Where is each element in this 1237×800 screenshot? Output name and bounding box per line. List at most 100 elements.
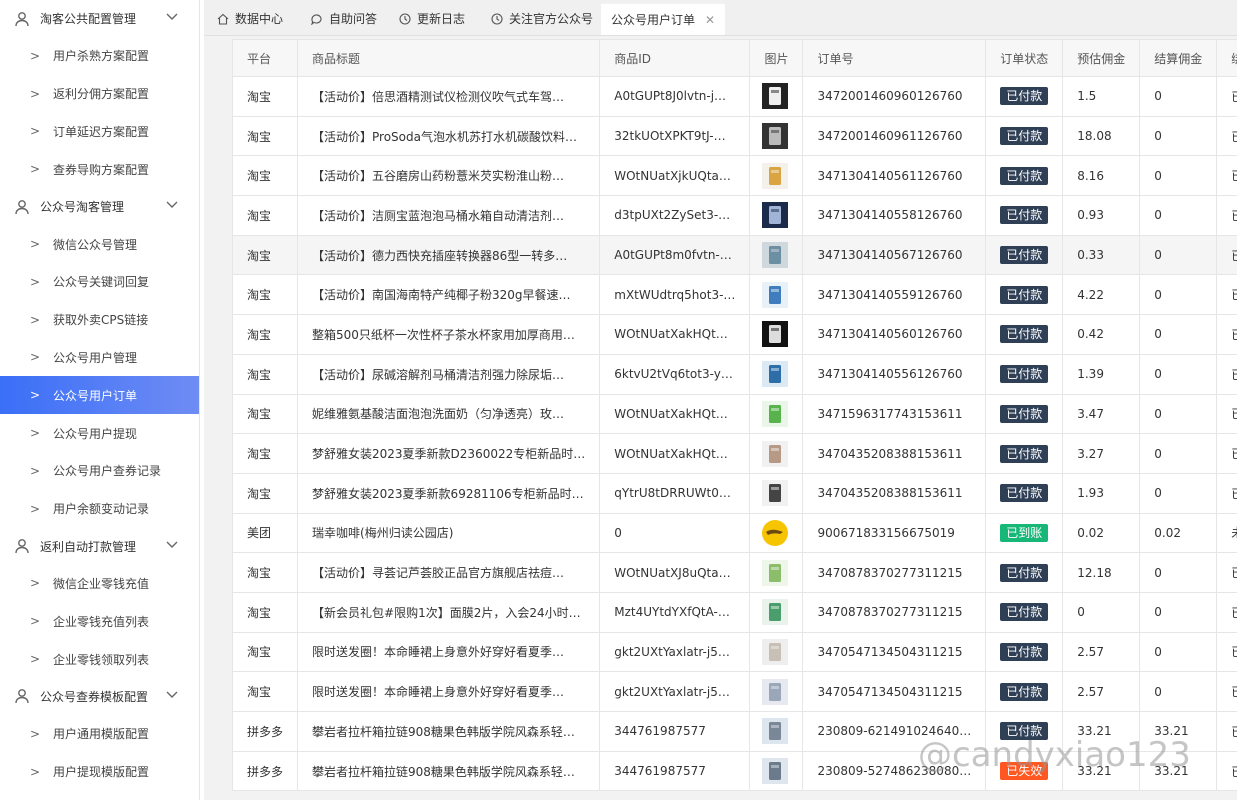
cell-est: 2.57 (1062, 631, 1141, 673)
cell-order: 3471304140558126760 (802, 195, 987, 236)
column-header[interactable]: 商品标题 (297, 39, 601, 77)
status-badge: 已付款 (1000, 285, 1049, 304)
sidebar-item[interactable]: > 公众号用户订单 (0, 376, 199, 415)
cell-platform: 淘宝 (231, 115, 299, 157)
sidebar-item[interactable]: > 公众号用户查券记录 (0, 452, 199, 490)
table-row[interactable]: 淘宝 【活动价】洁厕宝蓝泡泡马桶水箱自动清洁剂… d3tpUXt2ZySet3-… 3… (231, 195, 1237, 236)
cell-platform: 淘宝 (231, 671, 299, 712)
table-row[interactable]: 美团 瑞幸咖啡(梅州归读公园店) 0 900671833156675019 已到账 0.0… (231, 512, 1237, 554)
cell-platform: 淘宝 (231, 234, 299, 276)
cell-settle: 0 (1139, 671, 1218, 712)
cell-bind: 已绑定 (1216, 472, 1237, 514)
tab-label: 自助问答 (329, 12, 378, 26)
table-row[interactable]: 淘宝 【活动价】尿碱溶解剂马桶清洁剂强力除尿垢… 6ktvU2tVq6tot3-y…… (231, 353, 1237, 395)
cell-platform: 淘宝 (231, 155, 299, 197)
table-row[interactable]: 拼多多 攀岩者拉杆箱拉链908糖果色韩版学院风森系轻… 344761987577 23… (231, 750, 1237, 792)
sidebar-group[interactable]: 公众号淘客管理 (0, 188, 199, 225)
close-icon[interactable]: ✕ (705, 13, 715, 27)
sidebar-item[interactable]: > 获取外卖CPS链接 (0, 301, 199, 339)
cell-status: 已付款 (985, 115, 1064, 157)
column-header[interactable]: 结算佣金 (1139, 39, 1218, 77)
cell-status: 已付款 (985, 155, 1064, 197)
table-row[interactable]: 淘宝 【活动价】德力西快充插座转换器86型一转多… A0tGUPt8m0fvtn-…… (231, 234, 1237, 276)
sidebar-scrollbar[interactable] (199, 275, 200, 745)
cell-est: 1.93 (1062, 472, 1141, 514)
status-badge: 已付款 (1000, 484, 1049, 503)
table-row[interactable]: 淘宝 【活动价】五谷磨房山药粉薏米芡实粉淮山粉… WOtNUatXjkUQta… 34… (231, 155, 1237, 197)
cell-settle: 0 (1139, 433, 1218, 474)
cell-id: WOtNUatXakHQt… (599, 393, 751, 435)
cell-order: 3471304140561126760 (802, 155, 987, 197)
sidebar-item[interactable]: > 用户杀熟方案配置 (0, 37, 199, 75)
table-row[interactable]: 淘宝 限时送发圈！本命睡裙上身意外好穿好看夏季… gkt2UXtYaxlatr-j5… (231, 671, 1237, 712)
column-header[interactable]: 订单号 (802, 39, 987, 77)
sidebar-item[interactable]: > 返利分佣方案配置 (0, 75, 199, 113)
cell-platform: 淘宝 (231, 274, 299, 316)
cell-title: 攀岩者拉杆箱拉链908糖果色韩版学院风森系轻… (297, 750, 601, 792)
column-header[interactable]: 商品ID (599, 39, 751, 77)
tab[interactable]: 公众号用户订单 ✕ (601, 2, 726, 35)
sidebar-item[interactable]: > 公众号用户管理 (0, 339, 199, 377)
cell-order: 900671833156675019 (802, 512, 987, 554)
cell-settle: 0 (1139, 552, 1218, 593)
table-row[interactable]: 淘宝 梦舒雅女装2023夏季新款69281106专柜新品时… qYtrU8tDRRU… (231, 472, 1237, 514)
cell-platform: 拼多多 (231, 711, 299, 752)
clock-icon (399, 12, 411, 25)
tab-label: 数据中心 (235, 12, 284, 26)
sidebar-item-label: 微信公众号管理 (53, 237, 138, 252)
user-icon (15, 199, 29, 214)
cell-id: 344761987577 (599, 750, 751, 792)
table-row[interactable]: 淘宝 妮维雅氨基酸洁面泡泡洗面奶（匀净透亮）玫… WOtNUatXakHQt… 347… (231, 393, 1237, 435)
column-header[interactable]: 订单状态 (985, 39, 1064, 77)
cell-est: 0.33 (1062, 234, 1141, 276)
cell-bind: 已绑定 (1216, 750, 1237, 792)
column-header[interactable]: 图片 (749, 39, 804, 77)
cell-bind: 已绑定 (1216, 552, 1237, 593)
sidebar-item[interactable]: > 用户余额变动记录 (0, 490, 199, 528)
table-row[interactable]: 淘宝 【活动价】ProSoda气泡水机苏打水机碳酸饮料… 32tkUOtXPKT9t… (231, 115, 1237, 157)
sidebar-item[interactable]: > 查券导购方案配置 (0, 150, 199, 188)
cell-title: 【活动价】尿碱溶解剂马桶清洁剂强力除尿垢… (297, 353, 601, 395)
cell-est: 4.22 (1062, 274, 1141, 316)
column-header[interactable]: 预估佣金 (1062, 39, 1141, 77)
sidebar-item[interactable]: > 用户提现模版配置 (0, 753, 199, 791)
cell-est: 2.57 (1062, 671, 1141, 712)
cell-image (749, 591, 804, 633)
table-row[interactable]: 淘宝 【活动价】寻荟记芦荟胶正品官方旗舰店祛痘… WOtNUatXJ8uQta… 34… (231, 552, 1237, 593)
table-row[interactable]: 淘宝 【活动价】南国海南特产纯椰子粉320g早餐速… mXtWUdtrq5hot3-… (231, 274, 1237, 316)
status-badge: 已付款 (1000, 246, 1049, 265)
tab[interactable]: 更新日志 (389, 2, 475, 35)
table-row[interactable]: 淘宝 整箱500只纸杯一次性杯子茶水杯家用加厚商用… WOtNUatXakHQt… 3… (231, 314, 1237, 355)
sidebar-item[interactable]: > 企业零钱领取列表 (0, 640, 199, 678)
table-row[interactable]: 淘宝 【活动价】倍思酒精测试仪检测仪吹气式车驾… A0tGUPt8J0lvtn-j…… (231, 76, 1237, 117)
table-row[interactable]: 淘宝 梦舒雅女装2023夏季新款D2360022专柜新品时… WOtNUatXakH… (231, 433, 1237, 474)
column-header[interactable]: 平台 (231, 39, 299, 77)
sidebar-item[interactable]: > 微信公众号管理 (0, 225, 199, 263)
table-row[interactable]: 拼多多 攀岩者拉杆箱拉链908糖果色韩版学院风森系轻… 344761987577 23… (231, 711, 1237, 752)
cell-settle: 0 (1139, 314, 1218, 355)
cell-settle: 0 (1139, 353, 1218, 395)
tab[interactable]: 数据中心 (207, 2, 293, 35)
column-header[interactable]: 绑定状态 (1216, 39, 1237, 77)
cell-order: 3470547134504311215 (802, 671, 987, 712)
sidebar-group[interactable]: 淘客公共配置管理 (0, 0, 199, 37)
tab[interactable]: 关注官方公众号 (481, 2, 603, 35)
cell-platform: 淘宝 (231, 552, 299, 593)
sidebar-item[interactable]: > 公众号用户提现 (0, 414, 199, 452)
product-thumbnail (762, 718, 789, 745)
table-row[interactable]: 淘宝 限时送发圈！本命睡裙上身意外好穿好看夏季… gkt2UXtYaxlatr-j5… (231, 631, 1237, 673)
cell-title: 梦舒雅女装2023夏季新款69281106专柜新品时… (297, 472, 601, 514)
sidebar-group[interactable]: 返利自动打款管理 (0, 528, 199, 565)
chevron-right-icon: > (30, 463, 41, 478)
sidebar-item[interactable]: > 公众号关键词回复 (0, 263, 199, 301)
sidebar-group[interactable]: 公众号查券模板配置 (0, 678, 199, 715)
cell-title: 整箱500只纸杯一次性杯子茶水杯家用加厚商用… (297, 314, 601, 355)
sidebar-item[interactable]: > 订单延迟方案配置 (0, 113, 199, 151)
sidebar-item[interactable]: > 微信企业零钱充值 (0, 565, 199, 603)
tab[interactable]: 自助问答 (300, 2, 387, 35)
sidebar-item[interactable]: > 企业零钱充值列表 (0, 602, 199, 640)
chevron-right-icon: > (30, 86, 41, 101)
table-row[interactable]: 淘宝 【新会员礼包#限购1次】面膜2片，入会24小时… Mzt4UYtdYXfQtA… (231, 591, 1237, 633)
sidebar-item[interactable]: > 用户通用模版配置 (0, 715, 199, 753)
sidebar-item-label: 用户杀熟方案配置 (53, 49, 150, 64)
